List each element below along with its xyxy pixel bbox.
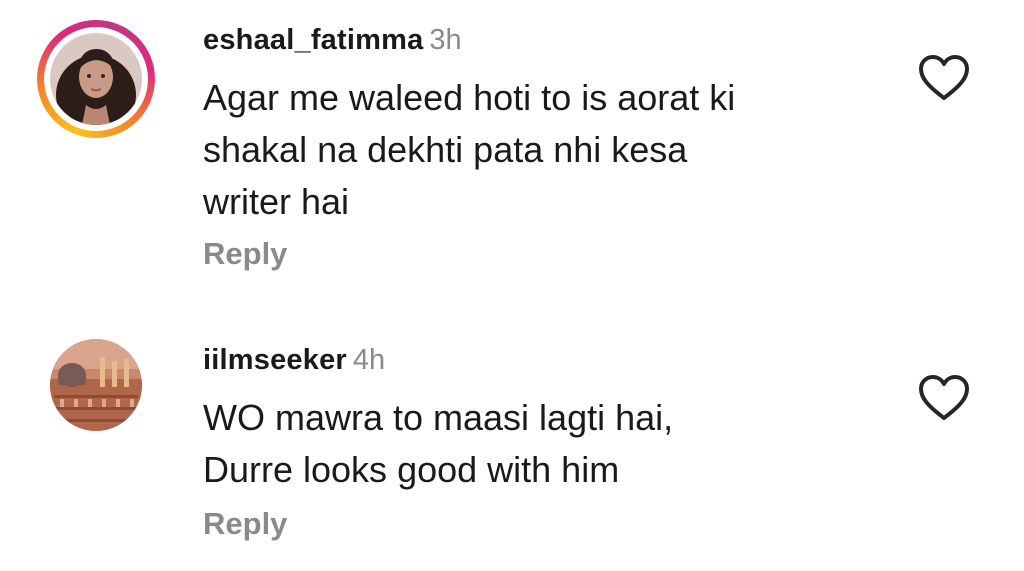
comment-item: eshaal_fatimma 3h Agar me waleed hoti to … (0, 0, 1024, 300)
comment-text: Agar me waleed hoti to is aorat ki shaka… (203, 77, 736, 222)
timestamp: 4h (352, 344, 386, 376)
comment-header: iilmseeker 4h (203, 344, 385, 377)
username[interactable]: eshaal_fatimma (203, 24, 423, 56)
comment-text: WO mawra to maasi lagti hai, Durre looks… (203, 397, 674, 490)
timestamp: 3h (429, 24, 462, 56)
avatar[interactable] (50, 33, 142, 125)
reply-button[interactable]: Reply (203, 506, 287, 542)
avatar-photo-icon (50, 33, 142, 125)
comment-item: iilmseeker 4h WO mawra to maasi lagti hai… (0, 330, 1024, 571)
username[interactable]: iilmseeker (203, 344, 347, 376)
avatar[interactable] (50, 339, 142, 431)
avatar-story-ring[interactable] (37, 20, 155, 138)
reply-button[interactable]: Reply (203, 236, 287, 272)
heart-outline-icon[interactable] (918, 374, 970, 422)
avatar-mosque-icon (50, 339, 142, 431)
heart-outline-icon[interactable] (918, 54, 970, 102)
avatar-container (37, 326, 155, 444)
comment-header: eshaal_fatimma 3h (203, 24, 462, 57)
avatar-ring-gap (44, 27, 148, 131)
